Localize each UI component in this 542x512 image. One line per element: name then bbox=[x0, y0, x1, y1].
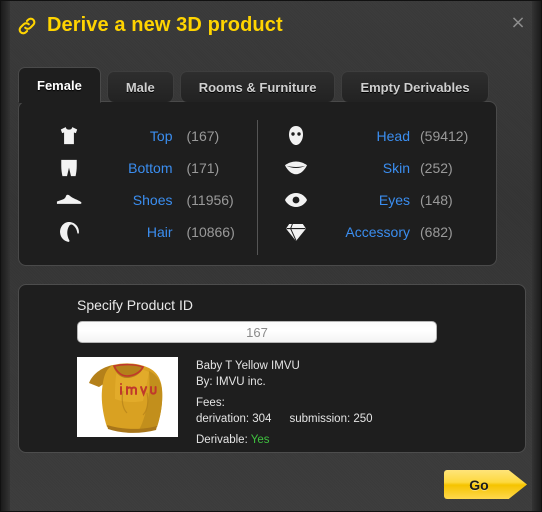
chain-link-icon bbox=[15, 14, 39, 38]
category-link-bottom[interactable]: Bottom bbox=[91, 160, 187, 176]
category-count-shoes: (11956) bbox=[186, 192, 234, 208]
category-link-eyes[interactable]: Eyes bbox=[318, 192, 421, 208]
category-row-accessory[interactable]: Accessory (682) bbox=[258, 216, 497, 248]
category-link-hair[interactable]: Hair bbox=[91, 224, 187, 240]
product-details: Baby T Yellow IMVU By: IMVU inc. Fees: d… bbox=[196, 358, 516, 448]
title-bar: Derive a new 3D product × bbox=[1, 1, 541, 51]
category-column-left: Top (167) Bottom (171) Shoes (11956) Hai… bbox=[19, 120, 258, 255]
product-name: Baby T Yellow IMVU bbox=[196, 360, 300, 372]
category-link-skin[interactable]: Skin bbox=[318, 160, 421, 176]
tab-female[interactable]: Female bbox=[18, 67, 101, 103]
category-row-eyes[interactable]: Eyes (148) bbox=[258, 184, 497, 216]
go-button-label: Go bbox=[469, 476, 489, 493]
tab-bar: Female Male Rooms & Furniture Empty Deri… bbox=[18, 66, 489, 103]
fee-derivation: derivation: 304 bbox=[196, 413, 272, 425]
head-icon bbox=[274, 125, 318, 147]
category-count-accessory: (682) bbox=[420, 224, 453, 240]
fees-row: derivation: 304 submission: 250 bbox=[196, 411, 516, 427]
close-icon[interactable]: × bbox=[507, 12, 529, 34]
eye-icon bbox=[274, 191, 318, 209]
shorts-icon bbox=[47, 159, 91, 177]
shoe-icon bbox=[47, 193, 91, 207]
tshirt-icon bbox=[47, 126, 91, 146]
category-row-shoes[interactable]: Shoes (11956) bbox=[19, 184, 257, 216]
derive-product-dialog: Derive a new 3D product × Female Male Ro… bbox=[0, 0, 542, 512]
page-title: Derive a new 3D product bbox=[47, 14, 283, 36]
product-thumbnail bbox=[77, 357, 178, 437]
fees-label: Fees: bbox=[196, 397, 225, 409]
gem-icon bbox=[274, 222, 318, 242]
product-id-input[interactable] bbox=[77, 321, 437, 343]
fee-submission: submission: 250 bbox=[289, 413, 373, 425]
category-column-right: Head (59412) Skin (252) Eyes (148) Acces… bbox=[258, 120, 497, 255]
derivable-value: Yes bbox=[250, 434, 270, 446]
category-link-accessory[interactable]: Accessory bbox=[318, 224, 421, 240]
category-count-top: (167) bbox=[186, 128, 220, 144]
category-link-top[interactable]: Top bbox=[91, 128, 187, 144]
tab-empty-derivables[interactable]: Empty Derivables bbox=[341, 71, 489, 102]
derivable-row: Derivable: Yes bbox=[196, 432, 516, 448]
lips-icon bbox=[274, 160, 318, 176]
category-count-skin: (252) bbox=[420, 160, 453, 176]
category-count-head: (59412) bbox=[420, 128, 469, 144]
derivable-label: Derivable: bbox=[196, 434, 248, 446]
category-row-head[interactable]: Head (59412) bbox=[258, 120, 497, 152]
tab-male[interactable]: Male bbox=[106, 71, 174, 102]
category-row-hair[interactable]: Hair (10866) bbox=[19, 216, 257, 248]
product-author: By: IMVU inc. bbox=[196, 376, 266, 388]
category-row-bottom[interactable]: Bottom (171) bbox=[19, 152, 257, 184]
specify-product-id-label: Specify Product ID bbox=[77, 297, 193, 313]
hair-icon bbox=[47, 221, 91, 243]
category-count-eyes: (148) bbox=[420, 192, 453, 208]
tab-rooms-furniture[interactable]: Rooms & Furniture bbox=[179, 71, 336, 102]
category-panel: Top (167) Bottom (171) Shoes (11956) Hai… bbox=[18, 101, 497, 266]
category-link-shoes[interactable]: Shoes bbox=[91, 192, 187, 208]
category-row-skin[interactable]: Skin (252) bbox=[258, 152, 497, 184]
go-button[interactable]: Go bbox=[444, 470, 527, 499]
category-count-hair: (10866) bbox=[186, 224, 235, 240]
category-row-top[interactable]: Top (167) bbox=[19, 120, 257, 152]
category-link-head[interactable]: Head bbox=[318, 128, 421, 144]
category-count-bottom: (171) bbox=[186, 160, 220, 176]
product-panel: Specify Product ID 167 Baby T Yellow IMV… bbox=[18, 284, 526, 453]
